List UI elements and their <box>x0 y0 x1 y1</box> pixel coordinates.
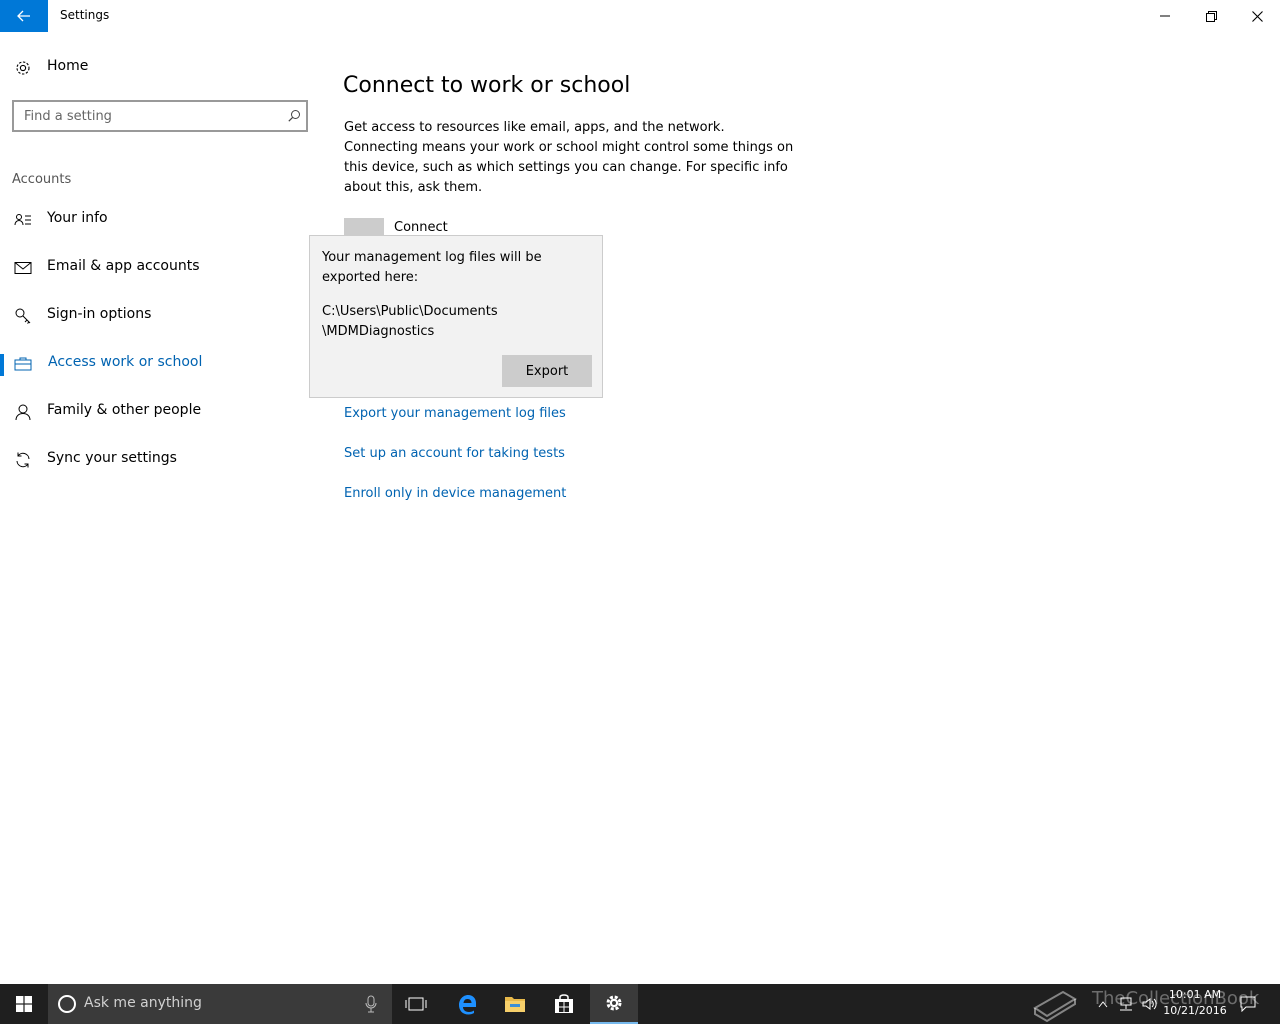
clock-date: 10/21/2016 <box>1163 1004 1227 1017</box>
gear-icon <box>606 995 622 1011</box>
flyout-path-line1: C:\Users\Public\Documents <box>322 304 498 319</box>
search-input[interactable] <box>24 106 274 126</box>
volume-icon <box>1142 998 1157 1010</box>
minimize-icon <box>1160 15 1170 17</box>
clock[interactable]: 10:01 AM 10/21/2016 <box>1160 987 1230 1019</box>
person-icon <box>15 404 31 421</box>
sidebar-item-label: Your info <box>47 210 108 226</box>
restore-icon <box>1205 10 1217 22</box>
export-log-files-link[interactable]: Export your management log files <box>344 406 566 421</box>
windows-logo-icon <box>16 996 32 1012</box>
start-button[interactable] <box>0 984 48 1024</box>
store-button[interactable] <box>540 984 588 1024</box>
store-bag-icon <box>555 994 573 1013</box>
chevron-up-icon <box>1098 1001 1108 1008</box>
restore-button[interactable] <box>1188 0 1234 32</box>
gear-icon <box>16 61 30 75</box>
enroll-device-management-link[interactable]: Enroll only in device management <box>344 486 566 501</box>
title-bar: Settings <box>0 0 1280 32</box>
back-arrow-icon <box>17 10 30 22</box>
notification-icon <box>1240 996 1256 1012</box>
flyout-message: Your management log files will be export… <box>322 250 542 285</box>
task-view-button[interactable] <box>392 984 440 1024</box>
watermark-book-icon <box>1030 984 1080 1024</box>
show-hidden-icons-button[interactable] <box>1092 984 1114 1024</box>
sidebar-home-label: Home <box>47 58 89 74</box>
cortana-search-box[interactable]: Ask me anything <box>48 984 392 1024</box>
close-icon <box>1251 10 1263 22</box>
sync-icon <box>16 452 30 468</box>
sidebar-item-your-info[interactable]: Your info <box>0 200 310 240</box>
sidebar-item-label: Family & other people <box>47 402 202 418</box>
search-icon[interactable] <box>288 109 301 122</box>
export-button[interactable]: Export <box>502 355 592 387</box>
taskbar: Ask me anything TheCollectionBook 10:01 … <box>0 984 1280 1024</box>
flyout-path: C:\Users\Public\Documents \MDMDiagnostic… <box>322 302 592 342</box>
search-box <box>12 100 308 132</box>
sidebar-item-label: Email & app accounts <box>47 258 200 274</box>
task-view-icon <box>405 997 427 1011</box>
back-button[interactable] <box>0 0 48 32</box>
page-description: Get access to resources like email, apps… <box>344 120 794 195</box>
close-button[interactable] <box>1234 0 1280 32</box>
network-button[interactable] <box>1114 984 1138 1024</box>
flyout-path-line2: \MDMDiagnostics <box>322 324 435 339</box>
sidebar-item-sync[interactable]: Sync your settings <box>0 440 310 480</box>
briefcase-icon <box>14 357 32 371</box>
action-center-button[interactable] <box>1234 984 1262 1024</box>
sidebar-item-email-accounts[interactable]: Email & app accounts <box>0 248 310 288</box>
sidebar-item-sign-in-options[interactable]: Sign-in options <box>0 296 310 336</box>
contact-card-icon <box>14 214 31 226</box>
sidebar-item-label: Sign-in options <box>47 306 152 322</box>
microphone-icon[interactable] <box>364 995 378 1013</box>
edge-button[interactable] <box>443 984 491 1024</box>
sidebar-item-label: Sync your settings <box>47 450 177 466</box>
file-explorer-button[interactable] <box>491 984 539 1024</box>
section-label-accounts: Accounts <box>12 172 72 187</box>
clock-time: 10:01 AM <box>1168 988 1222 1001</box>
setup-test-account-link[interactable]: Set up an account for taking tests <box>344 446 565 461</box>
edge-icon <box>459 995 476 1015</box>
connect-label[interactable]: Connect <box>394 220 448 235</box>
window-title: Settings <box>60 8 110 22</box>
folder-icon <box>505 997 525 1012</box>
page-title: Connect to work or school <box>343 72 631 98</box>
export-flyout: Your management log files will be export… <box>309 235 603 398</box>
mail-icon <box>14 262 32 274</box>
minimize-button[interactable] <box>1142 0 1188 32</box>
sidebar-item-family[interactable]: Family & other people <box>0 392 310 432</box>
sidebar-item-access-work-or-school[interactable]: Access work or school <box>0 344 310 384</box>
sidebar-home[interactable]: Home <box>0 48 310 88</box>
volume-button[interactable] <box>1138 984 1162 1024</box>
settings-taskbar-button[interactable] <box>590 984 638 1024</box>
cortana-placeholder: Ask me anything <box>84 995 202 1011</box>
sidebar-item-label: Access work or school <box>48 354 203 370</box>
key-icon <box>15 308 31 324</box>
network-icon <box>1120 997 1132 1011</box>
cortana-icon <box>58 995 76 1013</box>
